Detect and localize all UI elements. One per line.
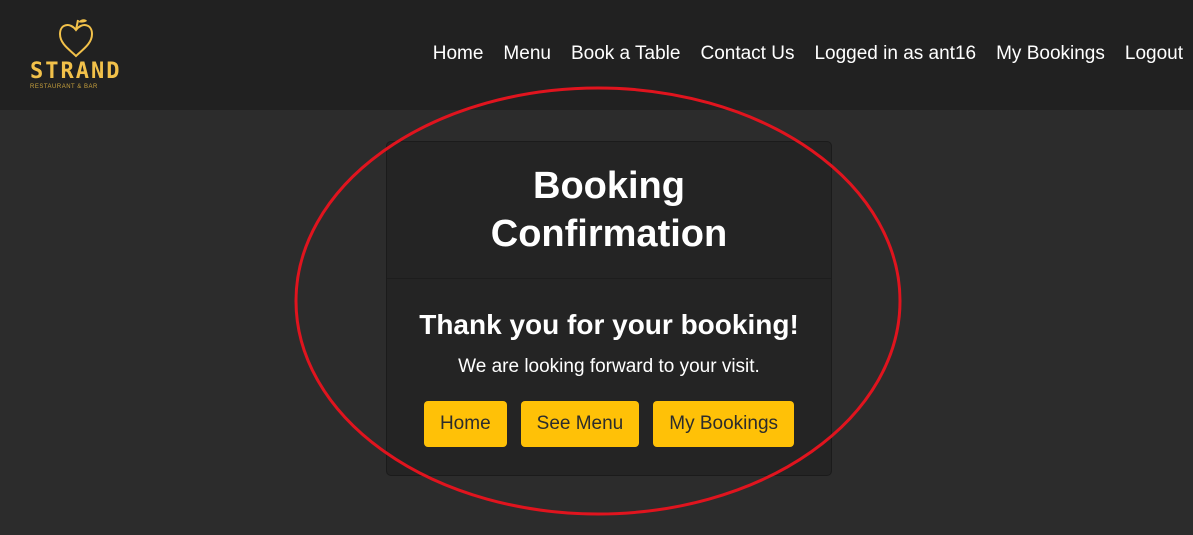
nav-logged-in-user: Logged in as ant16 [814,43,977,64]
nav-menu: Home Menu Book a Table Contact Us Logged… [413,40,1183,68]
booking-confirmation-card: Booking Confirmation Thank you for your … [386,141,832,476]
brand-name: STRAND [30,59,122,84]
nav-contact-us[interactable]: Contact Us [700,40,794,68]
thank-you-heading: Thank you for your booking! [419,309,799,340]
nav-my-bookings[interactable]: My Bookings [996,40,1105,68]
navbar: STRAND RESTAURANT & BAR Home Menu Book a… [0,0,1193,110]
my-bookings-button[interactable]: My Bookings [653,401,795,447]
nav-menu-link[interactable]: Menu [503,40,551,68]
apple-heart-icon [58,19,94,58]
card-body: Thank you for your booking! We are looki… [387,279,831,447]
brand-logo[interactable]: STRAND RESTAURANT & BAR [28,16,128,96]
brand-tagline: RESTAURANT & BAR [30,84,98,90]
home-button[interactable]: Home [423,401,507,447]
nav-home[interactable]: Home [433,40,484,68]
action-buttons: Home See Menu My Bookings [387,401,831,447]
see-menu-button[interactable]: See Menu [520,401,640,447]
card-title: Booking Confirmation [490,165,728,255]
visit-message: We are looking forward to your visit. [458,356,760,377]
nav-logout[interactable]: Logout [1125,40,1183,68]
nav-book-table[interactable]: Book a Table [571,40,681,68]
card-header: Booking Confirmation [387,142,831,279]
